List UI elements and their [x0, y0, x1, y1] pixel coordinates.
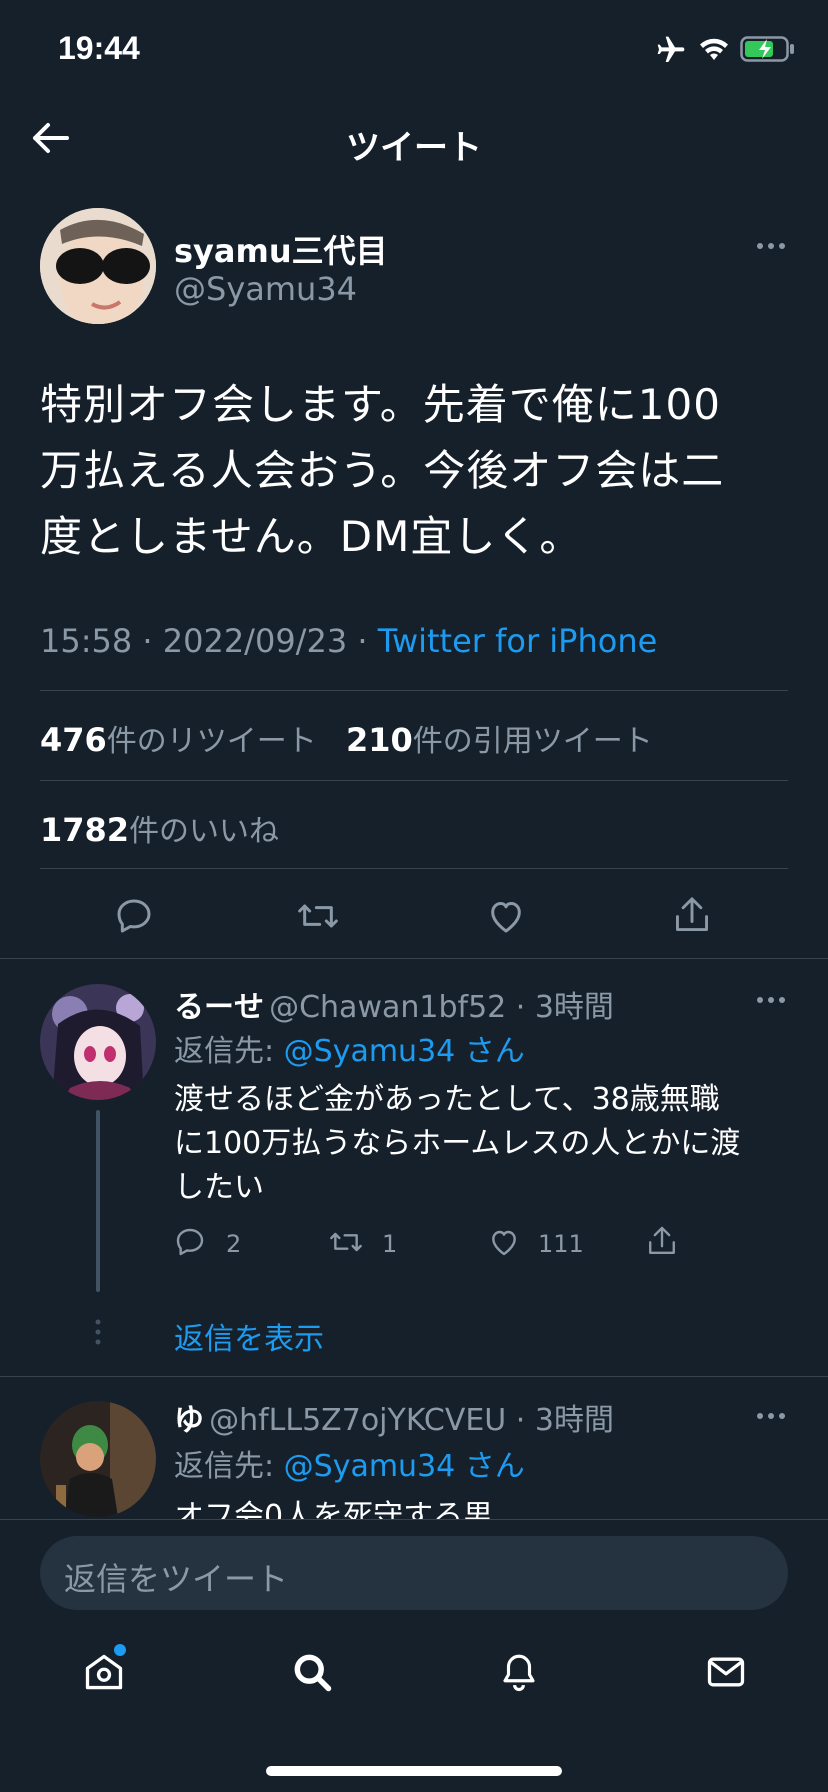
composer-divider [0, 1519, 828, 1520]
reply-to-link[interactable]: @Syamu34 さん [284, 1034, 525, 1069]
reply-author-name[interactable]: ゆ [174, 1403, 204, 1438]
reply-header: ゆ @hfLL5Z7ojYKCVEU · 3時間 [174, 1395, 614, 1439]
retweets-count: 476 [40, 721, 107, 759]
retweet-count: 1 [382, 1230, 398, 1258]
tweet-client-link[interactable]: Twitter for iPhone [378, 622, 658, 660]
author-handle[interactable]: @Syamu34 [174, 270, 357, 308]
quote-stats[interactable]: 210件の引用ツイート [346, 716, 653, 760]
show-replies-link[interactable]: 返信を表示 [174, 1314, 324, 1358]
reply-to-link[interactable]: @Syamu34 さん [284, 1449, 525, 1484]
status-time: 19:44 [58, 30, 140, 66]
divider [40, 868, 788, 869]
quotes-count: 210 [346, 721, 413, 759]
like-heart-icon[interactable] [486, 896, 526, 936]
notifications-icon[interactable] [498, 1650, 540, 1694]
reply-to-prefix: 返信先: [174, 1449, 284, 1484]
reply-avatar[interactable] [40, 1401, 156, 1517]
more-options-icon[interactable] [756, 1412, 786, 1420]
home-notification-dot [114, 1644, 126, 1656]
reply-composer[interactable]: 返信をツイート [40, 1536, 788, 1610]
reply-text: 渡せるほど金があったとして、38歳無職 に100万払うならホームレスの人とかに渡… [174, 1078, 794, 1210]
home-indicator[interactable] [266, 1766, 562, 1776]
likes-count: 1782 [40, 811, 130, 849]
reply-author-handle[interactable]: @Chawan1bf52 · 3時間 [269, 990, 614, 1025]
tweet-text: 特別オフ会します。先着で俺に100 万払える人会おう。今後オフ会は二 度としませ… [40, 372, 800, 570]
reply-to: 返信先: @Syamu34 さん [174, 1026, 525, 1070]
reply-icon[interactable] [114, 896, 154, 936]
reply-author-name[interactable]: るーせ [174, 990, 264, 1025]
reply-text-line: したい [174, 1170, 264, 1205]
wifi-icon [698, 36, 730, 62]
reply-count: 2 [226, 1230, 242, 1258]
tweet-timestamp: 15:58 · 2022/09/23 · [40, 622, 378, 660]
thread-dots-icon [94, 1318, 102, 1346]
like-count: 111 [538, 1230, 584, 1258]
share-icon[interactable] [646, 1224, 678, 1258]
more-options-icon[interactable] [756, 996, 786, 1004]
retweet-icon[interactable] [328, 1226, 364, 1258]
section-divider [0, 958, 828, 959]
tweet-text-line: 万払える人会おう。今後オフ会は二 [40, 446, 725, 495]
more-options-icon[interactable] [756, 242, 786, 250]
reply-avatar[interactable] [40, 984, 156, 1100]
divider [40, 690, 788, 691]
reply-header: るーせ @Chawan1bf52 · 3時間 [174, 982, 614, 1026]
likes-label: 件のいいね [129, 814, 280, 849]
home-icon[interactable] [82, 1650, 126, 1694]
reply-item[interactable]: ゆ @hfLL5Z7ojYKCVEU · 3時間 返信先: @Syamu34 さ… [0, 1377, 828, 1519]
tweet-text-line: 特別オフ会します。先着で俺に100 [40, 380, 721, 429]
divider [40, 780, 788, 781]
search-icon[interactable] [290, 1650, 334, 1694]
reply-to-prefix: 返信先: [174, 1034, 284, 1069]
thread-line [96, 1110, 100, 1292]
like-stats[interactable]: 1782件のいいね [40, 806, 279, 850]
airplane-mode-icon [654, 34, 688, 66]
messages-icon[interactable] [704, 1650, 748, 1694]
reply-to: 返信先: @Syamu34 さん [174, 1441, 525, 1485]
share-icon[interactable] [672, 894, 712, 936]
retweets-label: 件のリツイート [106, 724, 317, 759]
reply-text-line: 渡せるほど金があったとして、38歳無職 [174, 1082, 720, 1117]
battery-charging-icon [740, 36, 796, 62]
page-title: ツイート [346, 128, 482, 168]
tweet-meta: 15:58 · 2022/09/23 · Twitter for iPhone [40, 622, 657, 660]
reply-author-handle[interactable]: @hfLL5Z7ojYKCVEU · 3時間 [209, 1403, 614, 1438]
author-name[interactable]: syamu三代目 [174, 226, 388, 272]
retweet-stats[interactable]: 476件のリツイート [40, 716, 317, 760]
reply-icon[interactable] [174, 1226, 206, 1258]
tweet-text-line: 度としません。DM宜しく。 [40, 512, 583, 561]
author-avatar[interactable] [40, 208, 156, 324]
reply-composer-placeholder: 返信をツイート [64, 1560, 289, 1598]
like-heart-icon[interactable] [488, 1226, 520, 1258]
retweet-icon[interactable] [296, 896, 340, 936]
reply-text-line: に100万払うならホームレスの人とかに渡 [174, 1126, 741, 1161]
reply-text-line: オフ会0人を死守する男 [174, 1499, 494, 1519]
quotes-label: 件の引用ツイート [412, 724, 653, 759]
